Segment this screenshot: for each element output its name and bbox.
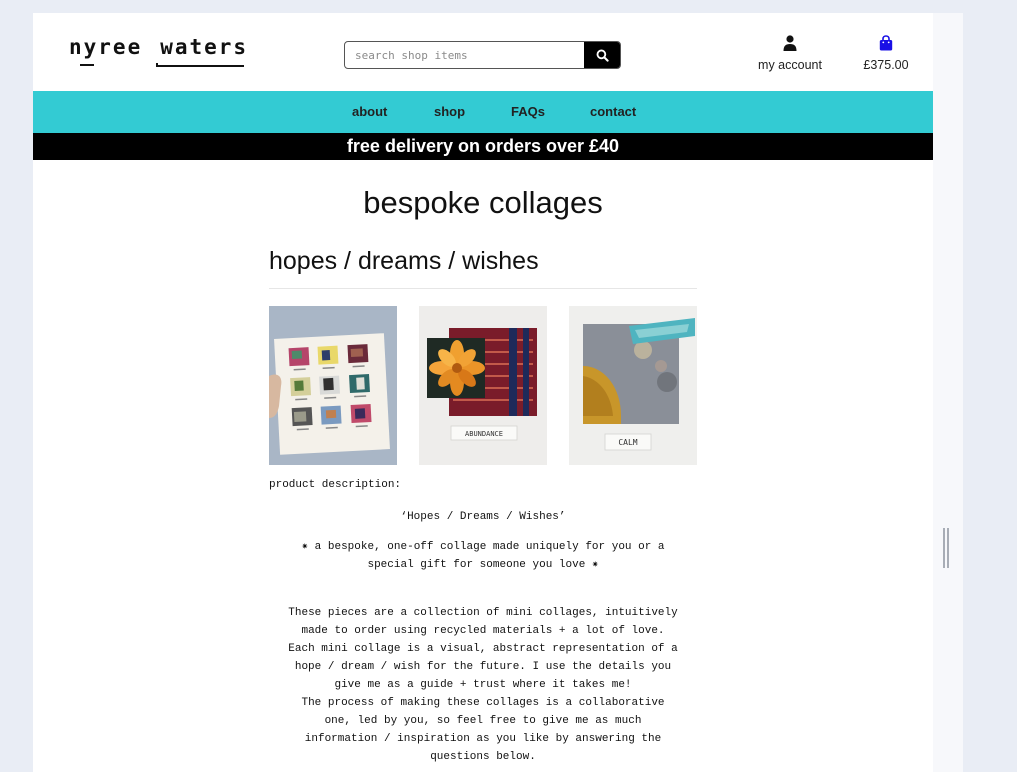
my-account-link[interactable]: my account xyxy=(755,35,825,72)
search-button[interactable] xyxy=(584,42,620,68)
brand-word-2: waters xyxy=(160,35,249,59)
description-line: Each mini collage is a visual, abstract … xyxy=(288,643,678,655)
my-account-label: my account xyxy=(758,58,822,72)
nav-shop[interactable]: shop xyxy=(434,104,465,119)
page-title: bespoke collages xyxy=(363,185,603,220)
product-description-label: product description: xyxy=(269,479,402,491)
divider xyxy=(269,288,697,289)
page: nyree waters my account xyxy=(33,13,933,772)
description-paragraph: These pieces are a collection of mini co… xyxy=(269,604,697,766)
description-line: The process of making these collages is … xyxy=(301,697,665,709)
delivery-banner: free delivery on orders over £40 xyxy=(33,133,933,160)
main-nav: about shop FAQs contact xyxy=(33,91,933,133)
description-line: information / inspiration as you like by… xyxy=(304,733,662,745)
user-icon xyxy=(783,35,797,51)
product-image-3[interactable]: CALM xyxy=(569,306,697,465)
product-image-1[interactable] xyxy=(269,306,397,465)
page-gutter xyxy=(933,13,963,772)
search-input[interactable] xyxy=(345,42,605,68)
brand-logo[interactable]: nyree waters xyxy=(69,35,248,59)
product-title: hopes / dreams / wishes xyxy=(269,247,539,275)
tagline-line: special gift for someone you love ✷ xyxy=(367,559,599,571)
description-line: give me as a guide + trust where it take… xyxy=(334,679,632,691)
brand-word-1: nyree xyxy=(69,35,143,59)
search-bar xyxy=(344,41,621,69)
site-header: nyree waters my account xyxy=(33,13,933,91)
description-line: one, led by you, so feel free to give me… xyxy=(324,715,642,727)
logo-underline xyxy=(80,64,94,66)
description-line: hope / dream / wish for the future. I us… xyxy=(294,661,672,673)
search-icon xyxy=(596,49,609,62)
nav-contact[interactable]: contact xyxy=(590,104,636,119)
description-line: questions below. xyxy=(430,751,536,763)
nav-about[interactable]: about xyxy=(352,104,387,119)
calm-label: CALM xyxy=(618,438,637,447)
scroll-handle[interactable] xyxy=(942,528,950,568)
product-image-2[interactable]: ABUNDANCE xyxy=(419,306,547,465)
description-line: These pieces are a collection of mini co… xyxy=(288,607,678,619)
shopping-bag-icon xyxy=(879,35,893,51)
tagline-line: ✷ a bespoke, one-off collage made unique… xyxy=(301,541,665,553)
description-line: made to order using recycled materials +… xyxy=(301,625,665,637)
tagline: ✷ a bespoke, one-off collage made unique… xyxy=(269,538,697,574)
abundance-label: ABUNDANCE xyxy=(465,430,503,438)
quote-title: ‘Hopes / Dreams / Wishes’ xyxy=(400,511,566,523)
nav-faqs[interactable]: FAQs xyxy=(511,104,545,119)
cart-total: £375.00 xyxy=(863,58,909,72)
cart-link[interactable]: £375.00 xyxy=(856,35,916,72)
logo-underline xyxy=(156,65,244,67)
